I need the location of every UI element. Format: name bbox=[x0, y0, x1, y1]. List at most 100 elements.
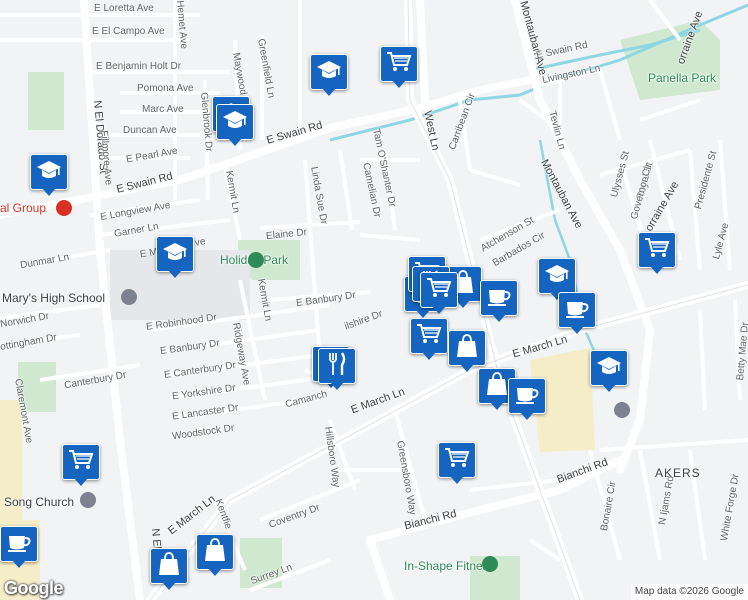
grocery-pin[interactable] bbox=[62, 444, 100, 488]
shopping-pin-box bbox=[150, 548, 188, 584]
shopping-pin-box bbox=[196, 534, 234, 570]
street-label: E Benjamin Holt Dr bbox=[96, 61, 182, 72]
grocery-pin-box bbox=[438, 442, 476, 478]
cafe-pin-box bbox=[0, 526, 38, 562]
shopping-cart-icon bbox=[643, 235, 671, 266]
street-label: Duncan Ave bbox=[123, 125, 177, 136]
pin-tip bbox=[74, 478, 88, 486]
graduation-cap-icon bbox=[35, 157, 63, 188]
school-pin[interactable] bbox=[30, 154, 68, 198]
google-logo: Google bbox=[4, 578, 64, 598]
church-label[interactable]: Song Church bbox=[4, 496, 74, 508]
graduation-cap-icon bbox=[161, 239, 189, 270]
pin-tip bbox=[450, 476, 464, 484]
coffee-cup-icon bbox=[563, 295, 591, 326]
shopping-pin-box bbox=[448, 330, 486, 366]
school-pin[interactable] bbox=[216, 104, 254, 148]
pin-tip bbox=[42, 188, 56, 196]
street-label: Pomona Ave bbox=[137, 83, 194, 94]
grocery-pin[interactable] bbox=[638, 232, 676, 276]
map-canvas[interactable]: E Loretta Ave E El Campo Ave E Benjamin … bbox=[0, 0, 748, 600]
pin-tip bbox=[422, 352, 436, 360]
shopping-cart-icon bbox=[443, 445, 471, 476]
grocery-pin[interactable] bbox=[380, 46, 418, 90]
cafe-pin-box bbox=[480, 280, 518, 316]
park-area bbox=[28, 72, 64, 130]
shopping-bag-icon bbox=[483, 371, 511, 402]
shopping-pin[interactable] bbox=[150, 548, 188, 592]
shopping-bag-icon bbox=[155, 551, 183, 582]
church-poi-icon[interactable] bbox=[80, 492, 96, 508]
grocery-pin-box bbox=[380, 46, 418, 82]
pin-tip bbox=[650, 266, 664, 274]
school-pin-box bbox=[590, 350, 628, 386]
graduation-cap-icon bbox=[221, 107, 249, 138]
street-label: E El Campo Ave bbox=[92, 26, 165, 37]
panella-park-label[interactable]: Panella Park bbox=[648, 72, 716, 84]
map-attribution[interactable]: Map data ©2026 Google bbox=[630, 584, 748, 600]
school-poi-icon[interactable] bbox=[614, 402, 630, 418]
school-label[interactable]: Mary's High School bbox=[2, 292, 105, 304]
pin-tip bbox=[602, 384, 616, 392]
pin-tip bbox=[460, 364, 474, 372]
pin-tip bbox=[162, 582, 176, 590]
fitness-poi-icon[interactable] bbox=[482, 556, 498, 572]
shopping-bag-icon bbox=[201, 537, 229, 568]
cafe-pin[interactable] bbox=[558, 292, 596, 336]
grocery-pin-box bbox=[410, 318, 448, 354]
coffee-cup-icon bbox=[5, 529, 33, 560]
cafe-pin[interactable] bbox=[480, 280, 518, 324]
school-poi-icon[interactable] bbox=[121, 289, 137, 305]
area-label: AKERS bbox=[655, 466, 701, 480]
street-label: Marc Ave bbox=[142, 104, 184, 115]
restaurant-pin[interactable] bbox=[318, 348, 356, 392]
pin-tip bbox=[490, 402, 504, 410]
pin-tip bbox=[330, 382, 344, 390]
pin-tip bbox=[570, 326, 584, 334]
graduation-cap-icon bbox=[595, 353, 623, 384]
school-pin-box bbox=[216, 104, 254, 140]
school-pin[interactable] bbox=[590, 350, 628, 394]
park-poi-icon[interactable] bbox=[248, 252, 264, 268]
shopping-cart-icon bbox=[67, 447, 95, 478]
shopping-cart-icon bbox=[425, 275, 453, 306]
cafe-pin[interactable] bbox=[508, 378, 546, 422]
grocery-pin[interactable] bbox=[420, 272, 458, 316]
street-label: ve bbox=[194, 236, 207, 249]
cafe-pin[interactable] bbox=[0, 526, 38, 570]
pin-tip bbox=[168, 270, 182, 278]
pin-tip bbox=[520, 412, 534, 420]
school-pin[interactable] bbox=[156, 236, 194, 280]
street-label: E Loretta Ave bbox=[94, 3, 154, 14]
grocery-pin[interactable] bbox=[438, 442, 476, 486]
school-pin-box bbox=[538, 258, 576, 294]
school-pin-box bbox=[156, 236, 194, 272]
pin-tip bbox=[208, 568, 222, 576]
pin-tip bbox=[392, 80, 406, 88]
school-pin[interactable] bbox=[310, 54, 348, 98]
shopping-pin[interactable] bbox=[196, 534, 234, 578]
business-label[interactable]: al Group bbox=[0, 202, 46, 214]
panella-park-area bbox=[620, 20, 720, 100]
map-base-layer bbox=[0, 0, 748, 600]
grocery-pin[interactable] bbox=[410, 318, 448, 362]
shopping-cart-icon bbox=[415, 321, 443, 352]
grocery-pin-box bbox=[638, 232, 676, 268]
restaurant-pin-box bbox=[318, 348, 356, 384]
shopping-cart-icon bbox=[385, 49, 413, 80]
school-pin-box bbox=[30, 154, 68, 190]
graduation-cap-icon bbox=[543, 261, 571, 292]
grocery-pin-box bbox=[62, 444, 100, 480]
pin-tip bbox=[12, 560, 26, 568]
pin-tip bbox=[456, 300, 470, 308]
pin-tip bbox=[228, 138, 242, 146]
cafe-pin-box bbox=[558, 292, 596, 328]
cafe-pin-box bbox=[508, 378, 546, 414]
grocery-pin-box bbox=[420, 272, 458, 308]
business-poi-icon[interactable] bbox=[56, 200, 72, 216]
graduation-cap-icon bbox=[315, 57, 343, 88]
pin-tip bbox=[322, 88, 336, 96]
school-pin-box bbox=[310, 54, 348, 90]
fork-knife-icon bbox=[323, 351, 351, 382]
pin-tip bbox=[432, 306, 446, 314]
